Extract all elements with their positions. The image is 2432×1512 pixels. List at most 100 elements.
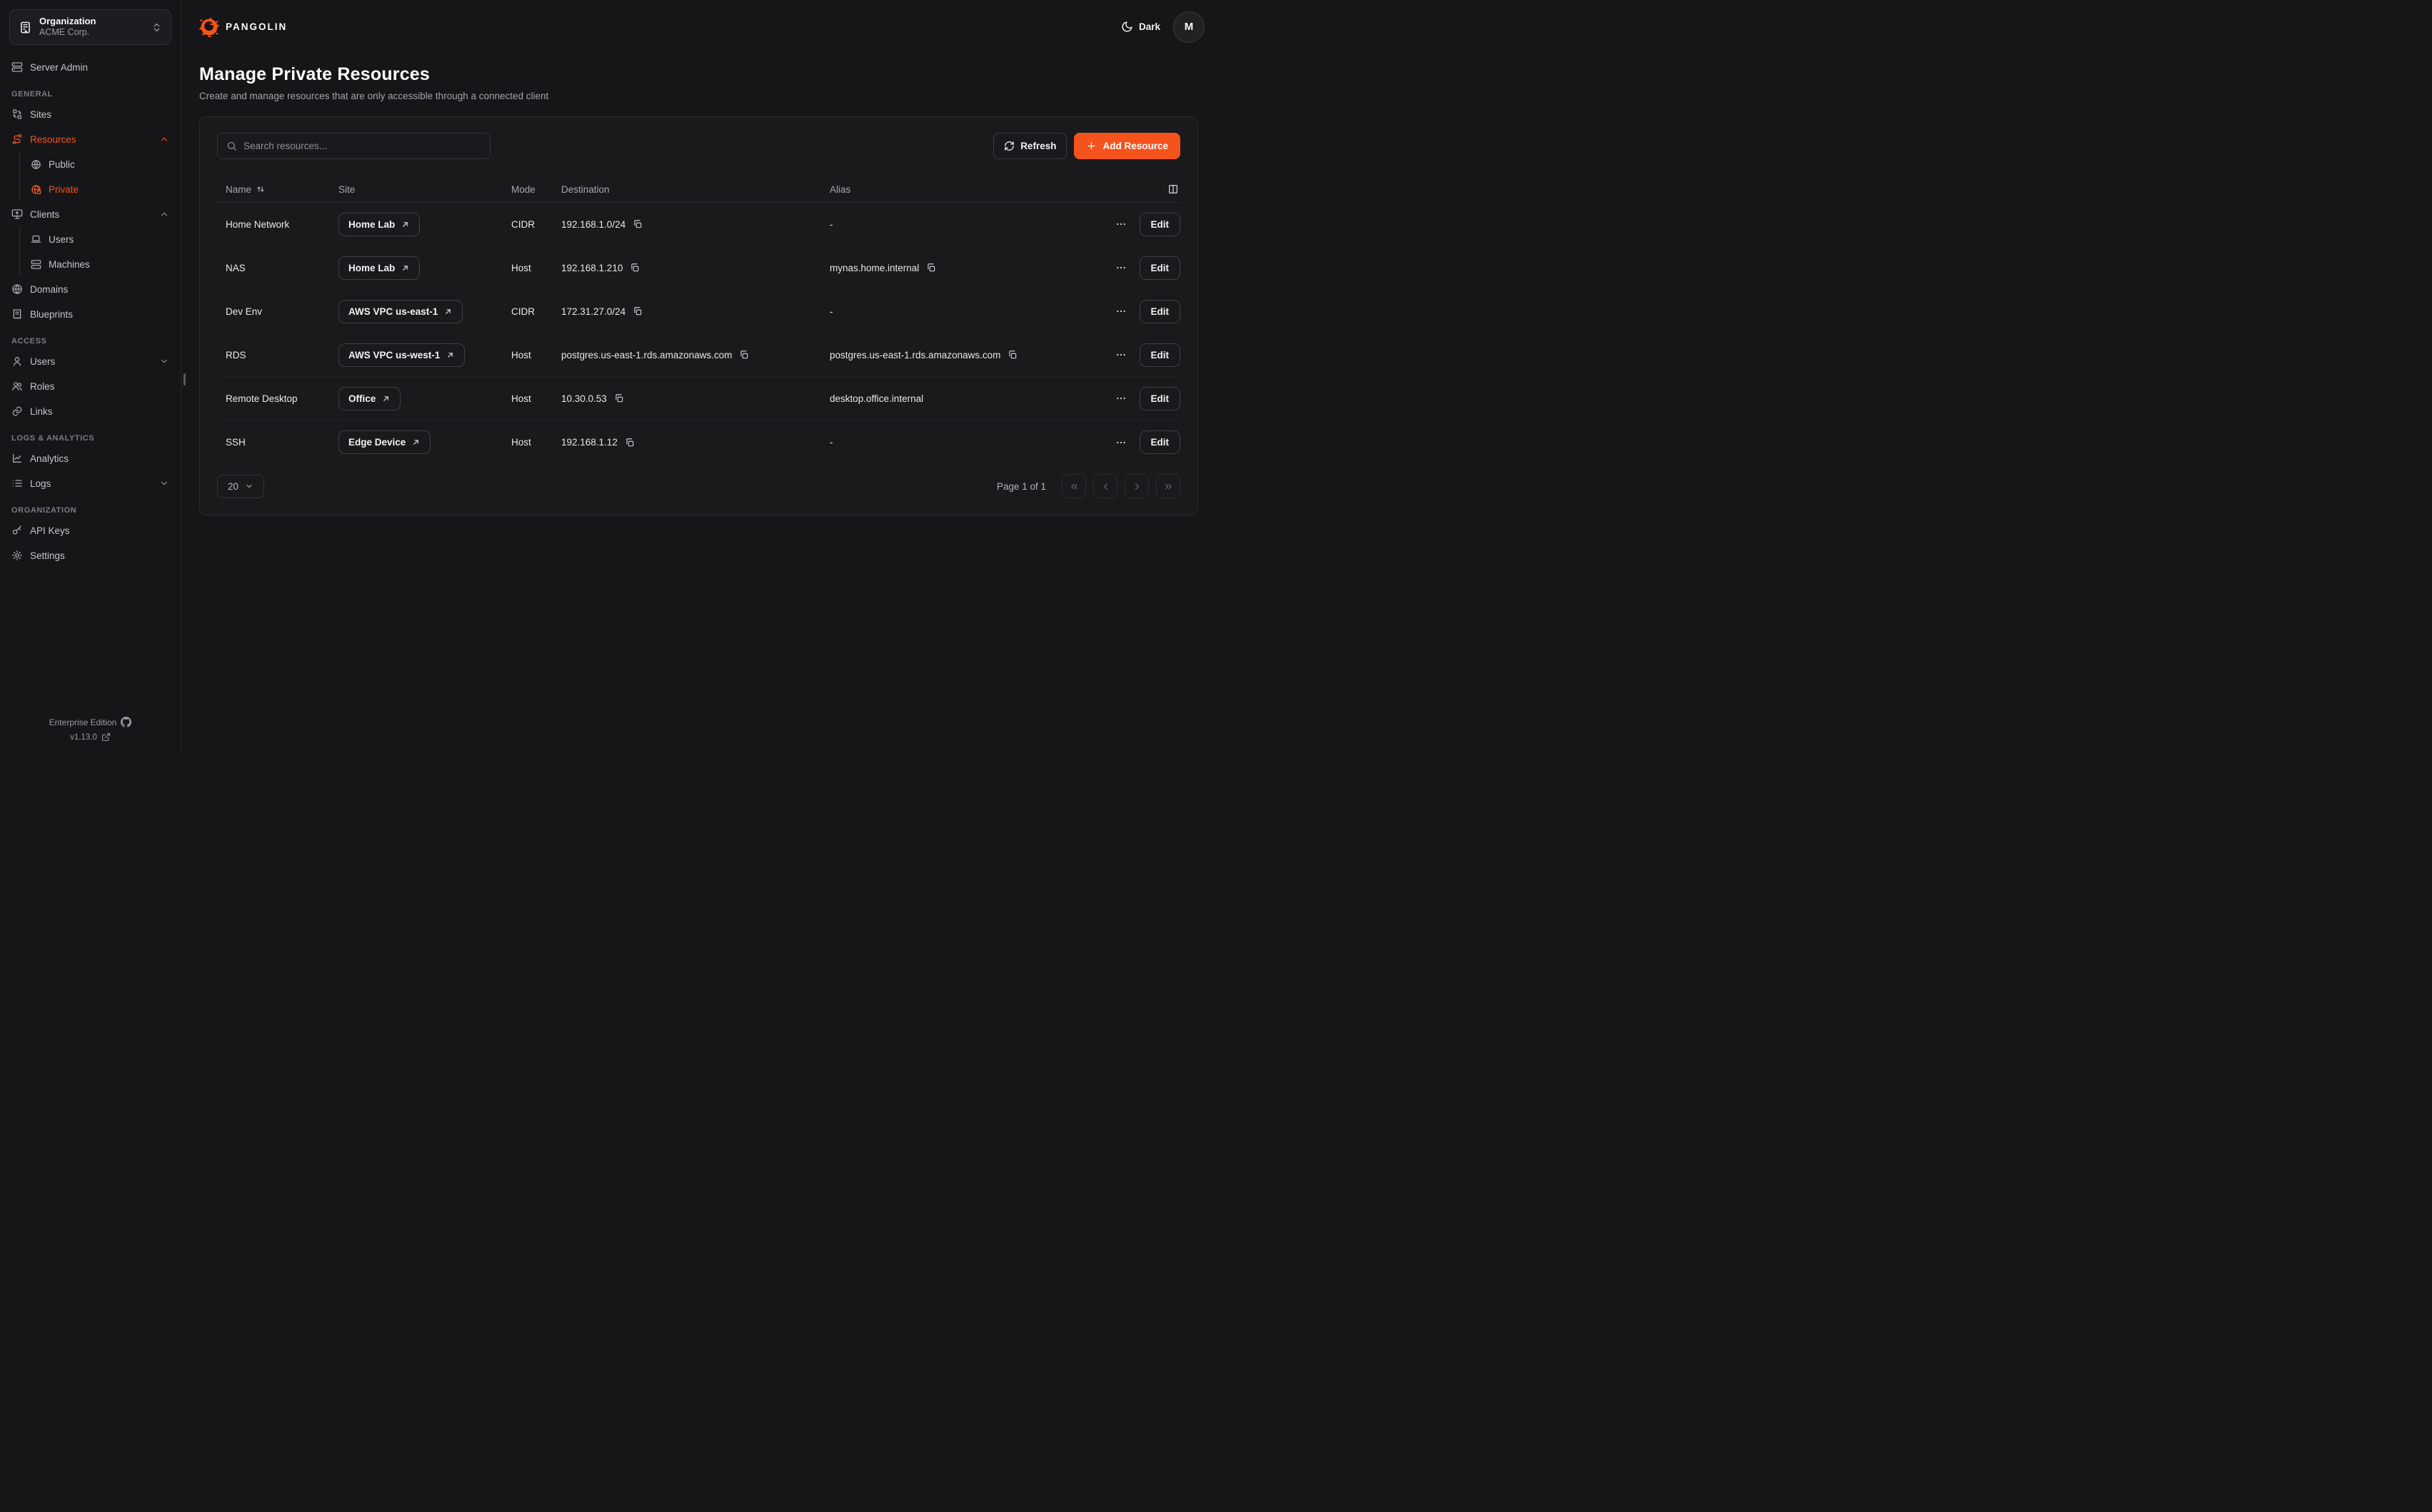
chevrons-up-down-icon	[151, 22, 162, 33]
refresh-label: Refresh	[1020, 141, 1056, 151]
sidebar-item-public[interactable]: Public	[20, 152, 181, 176]
add-resource-button[interactable]: Add Resource	[1074, 133, 1180, 159]
arrow-up-right-icon	[411, 438, 421, 447]
sidebar-item-client-users[interactable]: Users	[20, 227, 181, 251]
sidebar-item-analytics[interactable]: Analytics	[0, 446, 181, 470]
refresh-button[interactable]: Refresh	[993, 133, 1067, 159]
site-link[interactable]: Office	[338, 387, 401, 410]
sidebar-item-clients[interactable]: Clients	[0, 202, 181, 226]
more-options-icon	[1115, 349, 1127, 361]
avatar[interactable]: M	[1173, 11, 1205, 43]
sidebar-item-label: Logs	[30, 478, 152, 489]
sites-icon	[11, 109, 23, 120]
edit-button[interactable]: Edit	[1140, 343, 1181, 367]
site-link[interactable]: Home Lab	[338, 213, 420, 236]
search-input[interactable]	[243, 141, 481, 151]
version-link[interactable]: v1.13.0	[70, 732, 97, 742]
sidebar-item-settings[interactable]: Settings	[0, 543, 181, 568]
copy-icon	[926, 263, 936, 273]
resource-mode: Host	[511, 437, 561, 448]
copy-destination-button[interactable]	[624, 437, 635, 448]
org-selector[interactable]: Organization ACME Corp.	[9, 9, 171, 45]
toolbar: Refresh Add Resource	[217, 133, 1180, 159]
row-menu-button[interactable]	[1114, 390, 1128, 407]
sidebar-item-label: Users	[49, 234, 169, 245]
sidebar-item-sites[interactable]: Sites	[0, 102, 181, 126]
chevrons-left-icon	[1069, 481, 1080, 492]
sidebar-item-label: Roles	[30, 381, 169, 392]
row-menu-button[interactable]	[1114, 216, 1128, 233]
edit-button[interactable]: Edit	[1140, 256, 1181, 280]
copy-alias-button[interactable]	[925, 262, 937, 273]
table-row: RDS AWS VPC us-west-1 Host postgres.us-e…	[217, 333, 1180, 377]
prev-page-button[interactable]	[1093, 474, 1117, 498]
site-link[interactable]: AWS VPC us-east-1	[338, 300, 463, 323]
sidebar-item-server-admin[interactable]: Server Admin	[0, 55, 181, 79]
brand[interactable]: PANGOLIN	[199, 17, 287, 37]
arrow-up-right-icon	[446, 351, 455, 360]
add-resource-label: Add Resource	[1102, 141, 1168, 151]
site-link[interactable]: Edge Device	[338, 430, 431, 454]
column-header-alias: Alias	[830, 184, 1095, 195]
site-link[interactable]: Home Lab	[338, 256, 420, 280]
edit-button[interactable]: Edit	[1140, 213, 1181, 236]
columns-icon	[1167, 183, 1179, 195]
column-header-site: Site	[338, 184, 511, 195]
arrow-up-right-icon	[401, 220, 410, 229]
sidebar-item-resources[interactable]: Resources	[0, 127, 181, 151]
sidebar-item-links[interactable]: Links	[0, 399, 181, 423]
resource-alias: postgres.us-east-1.rds.amazonaws.com	[830, 350, 1000, 361]
globe-icon	[11, 283, 23, 295]
sidebar-item-domains[interactable]: Domains	[0, 277, 181, 301]
row-menu-button[interactable]	[1114, 259, 1128, 276]
sidebar-item-api-keys[interactable]: API Keys	[0, 518, 181, 543]
sidebar-item-machines[interactable]: Machines	[20, 252, 181, 276]
sort-icon[interactable]	[256, 184, 266, 194]
search-icon	[226, 141, 237, 151]
row-menu-button[interactable]	[1114, 434, 1128, 451]
chevron-left-icon	[1100, 481, 1111, 492]
row-menu-button[interactable]	[1114, 303, 1128, 320]
resource-alias: -	[830, 437, 833, 448]
edit-button[interactable]: Edit	[1140, 430, 1181, 454]
table-row: SSH Edge Device Host 192.168.1.12 -	[217, 420, 1180, 464]
next-page-button[interactable]	[1125, 474, 1149, 498]
chevron-down-icon	[159, 478, 169, 488]
copy-icon	[625, 438, 635, 448]
sidebar-item-private[interactable]: Private	[20, 177, 181, 201]
sidebar-item-users[interactable]: Users	[0, 349, 181, 373]
resources-icon	[11, 133, 23, 145]
brand-name: PANGOLIN	[226, 21, 287, 32]
edit-button[interactable]: Edit	[1140, 387, 1181, 410]
row-menu-button[interactable]	[1114, 346, 1128, 363]
first-page-button[interactable]	[1062, 474, 1086, 498]
sidebar-item-label: API Keys	[30, 525, 169, 536]
globe-icon	[31, 159, 41, 170]
pager: Page 1 of 1	[997, 474, 1180, 498]
sidebar-item-blueprints[interactable]: Blueprints	[0, 302, 181, 326]
arrow-up-right-icon	[401, 263, 410, 273]
column-visibility-button[interactable]	[1166, 182, 1180, 196]
edit-button[interactable]: Edit	[1140, 300, 1181, 323]
copy-destination-button[interactable]	[613, 393, 625, 404]
theme-toggle[interactable]: Dark	[1121, 21, 1160, 33]
sidebar-item-roles[interactable]: Roles	[0, 374, 181, 398]
laptop-icon	[31, 234, 41, 245]
resource-alias: -	[830, 306, 833, 317]
copy-alias-button[interactable]	[1007, 349, 1018, 361]
sidebar-item-label: Resources	[30, 134, 152, 145]
last-page-button[interactable]	[1156, 474, 1180, 498]
resource-name: NAS	[217, 263, 338, 273]
site-link[interactable]: AWS VPC us-west-1	[338, 343, 465, 367]
server-icon	[31, 259, 41, 270]
resource-mode: Host	[511, 263, 561, 273]
copy-destination-button[interactable]	[632, 306, 643, 317]
copy-destination-button[interactable]	[629, 262, 640, 273]
arrow-up-right-icon	[443, 307, 453, 316]
chart-line-icon	[11, 453, 23, 464]
github-link[interactable]	[121, 717, 131, 727]
copy-destination-button[interactable]	[738, 349, 750, 361]
copy-destination-button[interactable]	[632, 218, 643, 230]
sidebar-item-logs[interactable]: Logs	[0, 471, 181, 495]
page-size-select[interactable]: 20	[217, 475, 264, 498]
